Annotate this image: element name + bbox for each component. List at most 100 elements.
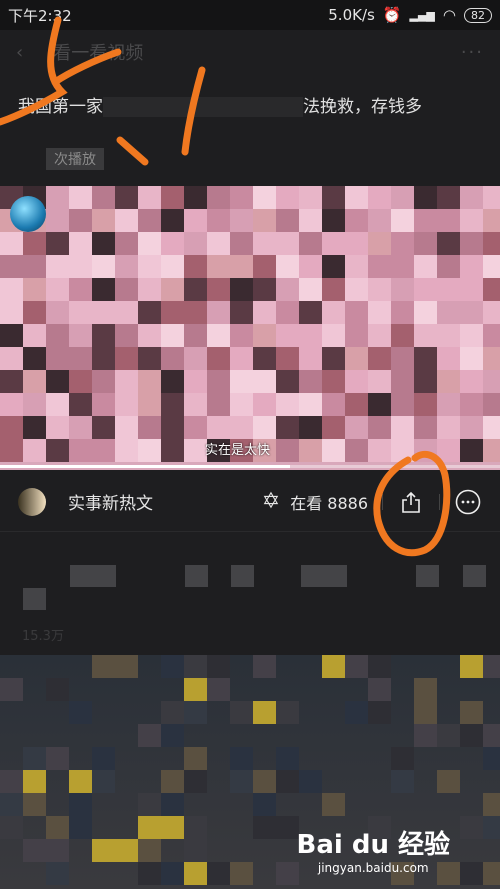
mosaic-pixel	[322, 439, 345, 462]
mosaic-pixel	[46, 347, 69, 370]
mosaic-pixel	[69, 347, 92, 370]
mosaic-pixel	[483, 724, 500, 747]
mosaic-pixel	[253, 324, 276, 347]
mosaic-pixel	[184, 393, 207, 416]
more-options-icon[interactable]	[454, 488, 482, 516]
video-progress-bar[interactable]	[0, 465, 500, 468]
mosaic-pixel	[138, 793, 161, 816]
mosaic-pixel	[92, 324, 115, 347]
mosaic-pixel	[69, 770, 92, 793]
mosaic-pixel	[345, 324, 368, 347]
mosaic-pixel	[414, 301, 437, 324]
mosaic-pixel	[322, 416, 345, 439]
mosaic-pixel	[207, 416, 230, 439]
mosaic-pixel	[184, 232, 207, 255]
wow-icon: ✡	[261, 489, 281, 514]
mosaic-pixel	[276, 301, 299, 324]
next-video-thumbnail[interactable]: Bai du 经验 jingyan.baidu.com	[0, 655, 500, 889]
mosaic-pixel	[345, 347, 368, 370]
mosaic-pixel	[437, 186, 460, 209]
mosaic-pixel	[0, 770, 23, 793]
mosaic-pixel	[207, 678, 230, 701]
mosaic-pixel	[23, 232, 46, 255]
mosaic-pixel	[299, 186, 322, 209]
mosaic-pixel	[92, 232, 115, 255]
mosaic-pixel	[207, 301, 230, 324]
mosaic-pixel	[437, 347, 460, 370]
mosaic-pixel	[92, 655, 115, 678]
mosaic-pixel	[138, 255, 161, 278]
mosaic-pixel	[92, 370, 115, 393]
mosaic-pixel	[460, 862, 483, 885]
mosaic-pixel	[299, 301, 322, 324]
mosaic-pixel	[345, 301, 368, 324]
mosaic-pixel	[483, 655, 500, 678]
mosaic-pixel	[92, 255, 115, 278]
mosaic-pixel	[138, 724, 161, 747]
play-count-tag: 次播放	[46, 148, 104, 170]
mosaic-pixel	[207, 655, 230, 678]
headline-end: 法挽救，存钱多	[303, 97, 422, 117]
mosaic-pixel	[391, 370, 414, 393]
mosaic-pixel	[437, 416, 460, 439]
mosaic-pixel	[391, 301, 414, 324]
mosaic-pixel	[184, 655, 207, 678]
mosaic-pixel	[276, 278, 299, 301]
mosaic-pixel	[460, 301, 483, 324]
mosaic-pixel	[253, 655, 276, 678]
mosaic-pixel	[46, 278, 69, 301]
mosaic-pixel	[253, 209, 276, 232]
mosaic-pixel	[368, 393, 391, 416]
battery-indicator: 82	[464, 7, 492, 23]
mosaic-pixel	[483, 301, 500, 324]
mosaic-pixel	[23, 416, 46, 439]
mosaic-pixel	[437, 770, 460, 793]
video-player[interactable]: 实在是太快	[0, 186, 500, 470]
avatar[interactable]	[18, 487, 46, 516]
mosaic-pixel	[161, 255, 184, 278]
mosaic-pixel	[138, 301, 161, 324]
mosaic-pixel	[253, 816, 276, 839]
mosaic-pixel	[138, 862, 161, 885]
mosaic-pixel	[460, 655, 483, 678]
mosaic-pixel	[253, 393, 276, 416]
mosaic-pixel	[253, 370, 276, 393]
mosaic-pixel	[460, 724, 483, 747]
mosaic-pixel	[184, 186, 207, 209]
mosaic-pixel	[0, 439, 23, 462]
mosaic-pixel	[184, 839, 207, 862]
mosaic-pixel	[161, 393, 184, 416]
mosaic-pixel	[184, 678, 207, 701]
mosaic-pixel	[253, 278, 276, 301]
mosaic-pixel	[115, 186, 138, 209]
mosaic-pixel	[46, 416, 69, 439]
mosaic-pixel	[483, 209, 500, 232]
more-dots-icon[interactable]: ···	[461, 42, 484, 63]
mosaic-pixel	[299, 278, 322, 301]
mosaic-pixel	[391, 186, 414, 209]
author-name[interactable]: 实事新热文	[68, 489, 153, 514]
mosaic-pixel	[207, 324, 230, 347]
share-icon[interactable]	[397, 488, 425, 516]
mosaic-pixel	[23, 793, 46, 816]
mosaic-pixel	[92, 278, 115, 301]
mosaic-pixel	[207, 393, 230, 416]
mosaic-pixel	[161, 816, 184, 839]
mosaic-pixel	[253, 770, 276, 793]
mosaic-pixel	[460, 324, 483, 347]
mosaic-pixel	[460, 439, 483, 462]
mosaic-pixel	[23, 747, 46, 770]
mosaic-pixel	[138, 347, 161, 370]
mosaic-pixel	[322, 278, 345, 301]
mosaic-pixel	[276, 324, 299, 347]
mosaic-pixel	[276, 186, 299, 209]
article-headline[interactable]: 我国第一家 法挽救，存钱多	[18, 92, 488, 117]
mosaic-pixel	[253, 186, 276, 209]
mosaic-pixel	[483, 232, 500, 255]
mosaic-pixel	[69, 370, 92, 393]
mosaic-pixel	[391, 770, 414, 793]
watching-button[interactable]: ✡ 在看 8886	[262, 489, 368, 514]
mosaic-pixel	[322, 324, 345, 347]
mosaic-pixel	[483, 816, 500, 839]
back-icon[interactable]: ‹	[16, 42, 23, 63]
